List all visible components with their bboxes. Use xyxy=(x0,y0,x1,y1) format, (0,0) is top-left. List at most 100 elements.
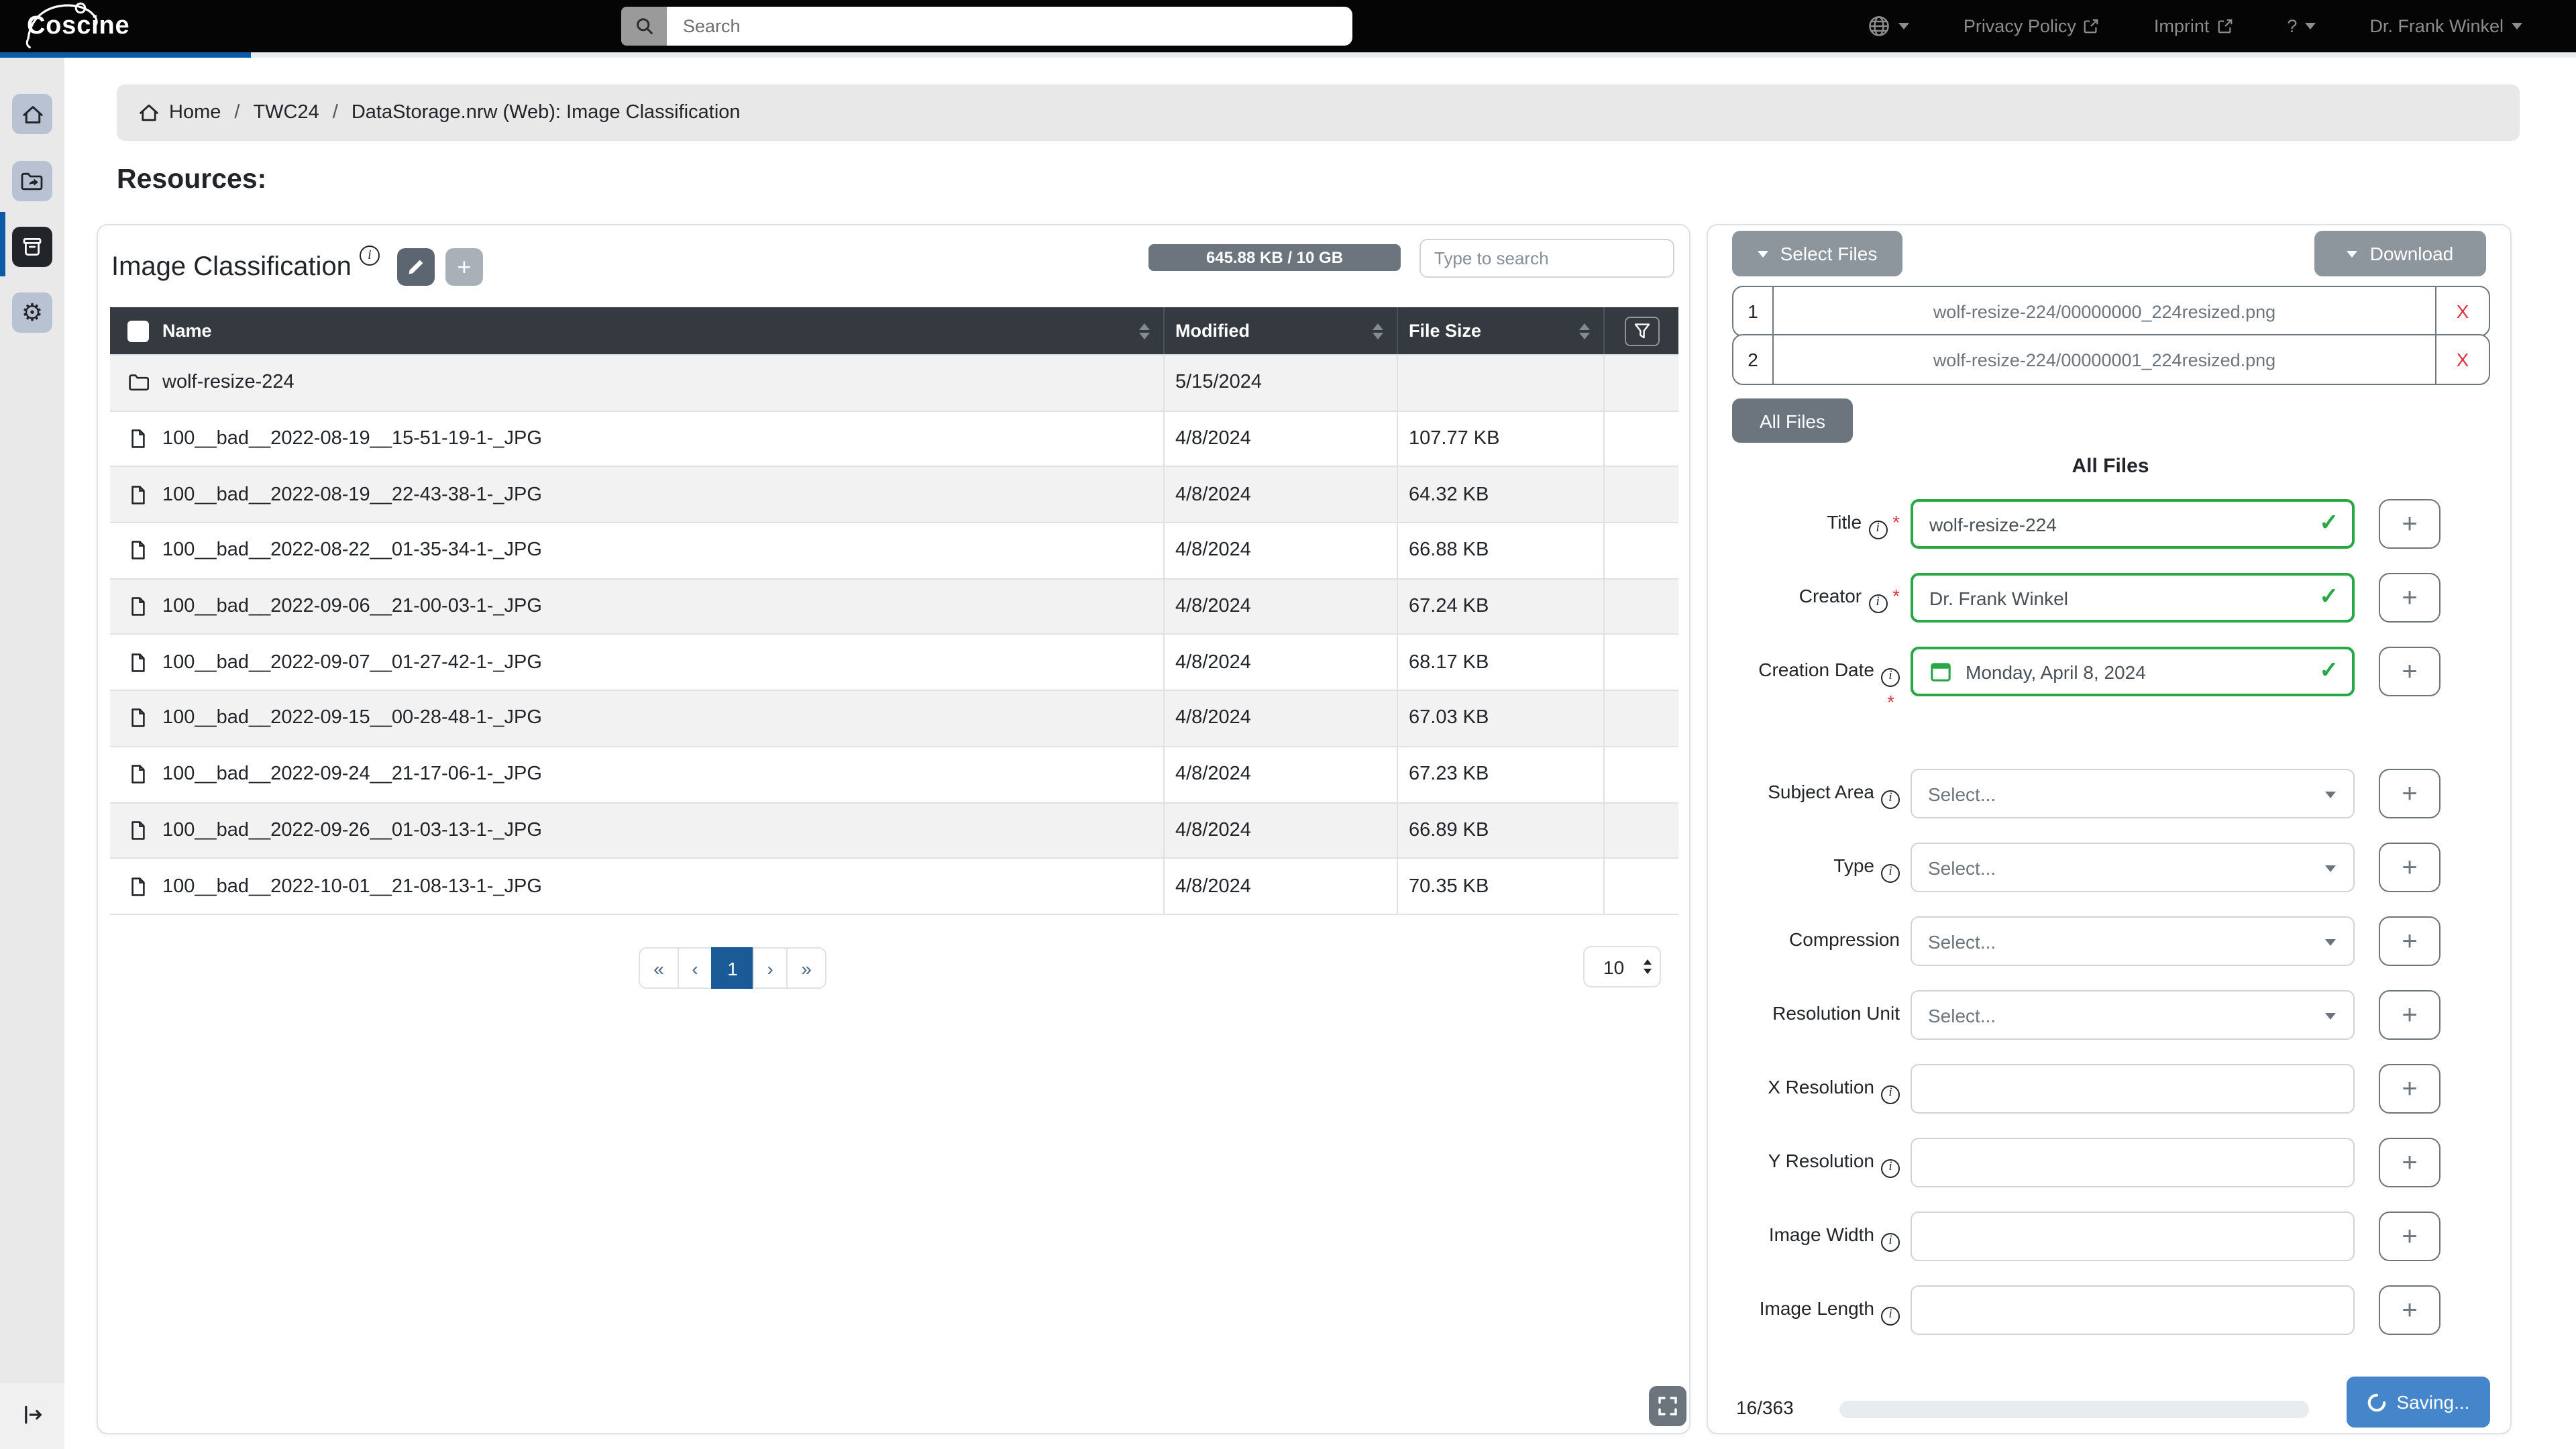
remove-file-button[interactable]: X xyxy=(2435,287,2489,335)
file-size: 68.17 KB xyxy=(1397,635,1603,690)
column-header-modified[interactable]: Modified xyxy=(1163,307,1397,354)
select-files-button[interactable]: Select Files xyxy=(1732,231,1902,276)
pagination-current-page[interactable]: 1 xyxy=(711,947,754,989)
column-header-filesize[interactable]: File Size xyxy=(1397,307,1603,354)
table-row[interactable]: 100__bad__2022-09-24__21-17-06-1-_JPG 4/… xyxy=(110,746,1678,802)
add-field-value-button[interactable]: + xyxy=(2379,917,2440,967)
field-value: Select... xyxy=(1928,1005,1996,1026)
files-table-body: wolf-resize-224 5/15/2024 100__bad__2022… xyxy=(110,354,1678,915)
sidebar-item-resources[interactable] xyxy=(12,227,52,267)
privacy-policy-link[interactable]: Privacy Policy xyxy=(1964,16,2100,36)
field-input[interactable]: Select... xyxy=(1911,843,2355,893)
search-icon[interactable] xyxy=(621,7,667,46)
file-modified-date: 4/8/2024 xyxy=(1163,523,1397,578)
funnel-icon xyxy=(1632,321,1651,340)
add-field-value-button[interactable]: + xyxy=(2379,843,2440,893)
field-input[interactable]: Select... xyxy=(1911,991,2355,1040)
file-modified-date: 4/8/2024 xyxy=(1163,747,1397,802)
add-field-value-button[interactable]: + xyxy=(2379,1065,2440,1114)
pagination-last-button[interactable]: » xyxy=(786,947,826,989)
external-link-icon xyxy=(2216,17,2233,35)
metadata-field-row: Titlei* wolf-resize-224 ✓ + xyxy=(1708,499,2513,549)
saving-button[interactable]: Saving... xyxy=(2347,1377,2490,1428)
field-input[interactable]: Select... xyxy=(1911,917,2355,967)
table-row[interactable]: 100__bad__2022-08-22__01-35-34-1-_JPG 4/… xyxy=(110,522,1678,578)
file-size: 66.88 KB xyxy=(1397,523,1603,578)
info-icon[interactable]: i xyxy=(1881,1234,1900,1252)
file-icon xyxy=(127,708,149,729)
field-input[interactable] xyxy=(1911,1212,2355,1262)
remove-file-button[interactable]: X xyxy=(2435,335,2489,384)
table-row[interactable]: 100__bad__2022-09-07__01-27-42-1-_JPG 4/… xyxy=(110,634,1678,690)
language-menu[interactable] xyxy=(1868,15,1910,38)
chevron-down-icon xyxy=(2325,940,2336,947)
edit-resource-button[interactable] xyxy=(397,248,435,286)
add-field-value-button[interactable]: + xyxy=(2379,1138,2440,1188)
fullscreen-button[interactable] xyxy=(1649,1386,1686,1426)
file-name: wolf-resize-224 xyxy=(162,372,294,394)
info-icon[interactable]: i xyxy=(1868,521,1887,539)
metadata-field-row: X Resolutioni + xyxy=(1708,1065,2513,1114)
filter-button[interactable] xyxy=(1624,316,1659,345)
column-header-filter xyxy=(1603,307,1678,354)
table-row[interactable]: 100__bad__2022-10-01__21-08-13-1-_JPG 4/… xyxy=(110,857,1678,913)
field-input[interactable]: Select... xyxy=(1911,769,2355,819)
add-field-value-button[interactable]: + xyxy=(2379,647,2440,696)
search-input[interactable] xyxy=(667,7,1352,46)
info-icon[interactable]: i xyxy=(1881,668,1900,687)
table-row[interactable]: 100__bad__2022-09-06__21-00-03-1-_JPG 4/… xyxy=(110,578,1678,634)
select-all-checkbox[interactable] xyxy=(127,320,149,341)
sidebar-item-settings[interactable]: ⚙ xyxy=(12,292,52,333)
info-icon[interactable]: i xyxy=(1868,594,1887,613)
table-row[interactable]: 100__bad__2022-09-15__00-28-48-1-_JPG 4/… xyxy=(110,690,1678,745)
column-header-name[interactable]: Name xyxy=(110,307,1163,354)
field-label: Resolution Unit xyxy=(1772,1003,1900,1024)
pagination-next-button[interactable]: › xyxy=(753,947,788,989)
add-field-value-button[interactable]: + xyxy=(2379,573,2440,623)
download-button[interactable]: Download xyxy=(2314,231,2486,276)
file-search-input[interactable] xyxy=(1419,239,1674,278)
info-icon[interactable]: i xyxy=(1881,1086,1900,1105)
folder-share-icon xyxy=(20,170,44,192)
table-row[interactable]: 100__bad__2022-09-26__01-03-13-1-_JPG 4/… xyxy=(110,802,1678,857)
table-row[interactable]: 100__bad__2022-08-19__15-51-19-1-_JPG 4/… xyxy=(110,410,1678,466)
valid-check-icon: ✓ xyxy=(2320,657,2339,684)
add-field-value-button[interactable]: + xyxy=(2379,769,2440,819)
sidebar-item-home[interactable] xyxy=(12,94,52,134)
info-icon[interactable]: i xyxy=(1881,1307,1900,1326)
field-input[interactable]: Monday, April 8, 2024 ✓ xyxy=(1911,647,2355,696)
add-field-value-button[interactable]: + xyxy=(2379,499,2440,549)
globe-icon xyxy=(1868,15,1891,38)
field-input[interactable]: wolf-resize-224 ✓ xyxy=(1911,499,2355,549)
pagination-first-button[interactable]: « xyxy=(639,947,679,989)
archive-icon xyxy=(21,236,43,258)
field-input[interactable] xyxy=(1911,1286,2355,1336)
breadcrumb-home[interactable]: Home xyxy=(169,102,221,123)
info-icon[interactable]: i xyxy=(1881,791,1900,810)
sidebar-item-projects[interactable] xyxy=(12,161,52,201)
metadata-field-row: Y Resolutioni + xyxy=(1708,1138,2513,1188)
field-input[interactable]: Dr. Frank Winkel ✓ xyxy=(1911,573,2355,623)
imprint-link[interactable]: Imprint xyxy=(2154,16,2234,36)
page-size-select[interactable]: 10 xyxy=(1583,946,1661,987)
table-row[interactable]: 100__bad__2022-08-19__22-43-38-1-_JPG 4/… xyxy=(110,466,1678,522)
field-input[interactable] xyxy=(1911,1065,2355,1114)
breadcrumb-project[interactable]: TWC24 xyxy=(253,102,319,123)
add-field-value-button[interactable]: + xyxy=(2379,1212,2440,1262)
selected-file-name: wolf-resize-224/00000001_224resized.png xyxy=(1774,335,2435,384)
add-field-value-button[interactable]: + xyxy=(2379,1286,2440,1336)
sidebar-collapse-button[interactable] xyxy=(13,1398,51,1430)
help-menu[interactable]: ? xyxy=(2287,16,2316,36)
coscine-logo[interactable]: Coscine xyxy=(27,0,129,52)
info-icon[interactable]: i xyxy=(1881,865,1900,883)
user-menu[interactable]: Dr. Frank Winkel xyxy=(2369,16,2522,36)
info-icon[interactable]: i xyxy=(360,246,380,266)
add-field-value-button[interactable]: + xyxy=(2379,991,2440,1040)
info-icon[interactable]: i xyxy=(1881,1160,1900,1179)
add-resource-button[interactable]: + xyxy=(445,248,483,286)
field-input[interactable] xyxy=(1911,1138,2355,1188)
all-files-button[interactable]: All Files xyxy=(1732,398,1853,443)
table-row[interactable]: wolf-resize-224 5/15/2024 xyxy=(110,354,1678,410)
valid-check-icon: ✓ xyxy=(2320,510,2339,537)
pagination-prev-button[interactable]: ‹ xyxy=(678,947,712,989)
